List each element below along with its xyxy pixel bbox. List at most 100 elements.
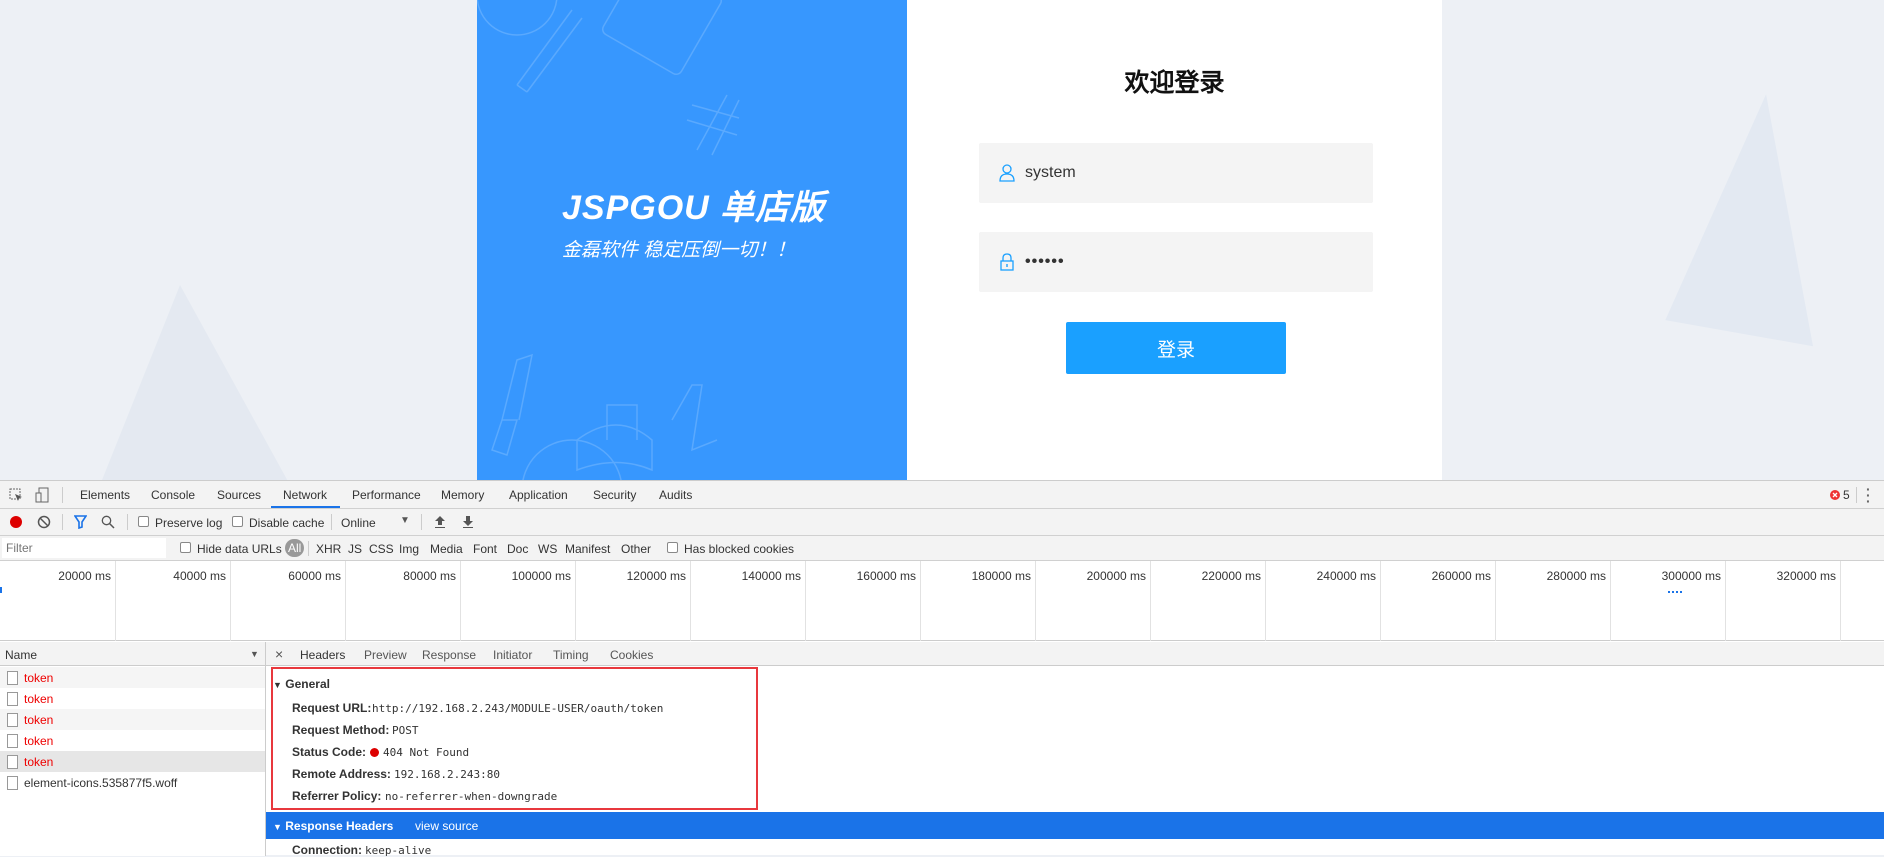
detail-tab-response[interactable]: Response (422, 648, 476, 662)
tab-sources[interactable]: Sources (217, 488, 261, 502)
tab-performance[interactable]: Performance (352, 488, 421, 502)
general-field-label: Status Code: (292, 745, 367, 759)
tab-security[interactable]: Security (593, 488, 636, 502)
response-headers-title: Response Headers (285, 819, 394, 833)
file-icon (7, 692, 18, 706)
timeline-tick-label: 240000 ms (1316, 569, 1376, 583)
tab-console[interactable]: Console (151, 488, 195, 502)
request-row[interactable]: token (0, 688, 265, 709)
disable-cache-checkbox[interactable] (232, 516, 243, 527)
has-blocked-cookies-checkbox[interactable] (667, 542, 678, 553)
timeline-tick-label: 140000 ms (741, 569, 801, 583)
brand-slogan: 金磊软件 稳定压倒一切！！ (562, 240, 796, 261)
export-har-icon[interactable] (462, 515, 474, 529)
filter-icon[interactable] (74, 515, 87, 529)
file-icon (7, 734, 18, 748)
timeline-gridline (575, 561, 576, 641)
filter-input[interactable] (2, 538, 166, 558)
hide-data-urls-checkbox[interactable] (180, 542, 191, 553)
password-input[interactable]: •••••• (979, 232, 1373, 292)
more-options-icon[interactable]: · · · (1866, 482, 1871, 508)
view-source-link[interactable]: view source (415, 819, 478, 833)
type-filter-other[interactable]: Other (621, 542, 651, 556)
timeline-request-marker (0, 587, 2, 593)
dropdown-arrow-icon[interactable]: ▼ (400, 515, 410, 526)
file-icon (7, 755, 18, 769)
disable-cache-label: Disable cache (249, 516, 325, 530)
username-input[interactable]: system (979, 143, 1373, 203)
request-name: token (24, 671, 54, 685)
preserve-log-checkbox[interactable] (138, 516, 149, 527)
login-title: 欢迎登录 (1124, 69, 1225, 97)
preserve-log-label: Preserve log (155, 516, 223, 530)
request-list: Name ▼ token token token token token element-… (0, 642, 266, 856)
tab-elements[interactable]: Elements (80, 488, 130, 502)
request-row[interactable]: token (0, 709, 265, 730)
type-filter-xhr[interactable]: XHR (316, 542, 341, 556)
type-filter-css[interactable]: CSS (369, 542, 394, 556)
detail-tab-headers[interactable]: Headers (300, 648, 345, 662)
clear-icon[interactable] (37, 515, 51, 529)
device-toolbar-icon[interactable] (35, 487, 49, 503)
timeline-tick-label: 300000 ms (1661, 569, 1721, 583)
general-title: General (285, 677, 330, 691)
network-overview-timeline[interactable]: 20000 ms 40000 ms 60000 ms 80000 ms 100000 m… (0, 561, 1884, 641)
detail-tab-initiator[interactable]: Initiator (493, 648, 532, 662)
timeline-tick-label: 120000 ms (626, 569, 686, 583)
request-name: token (24, 755, 54, 769)
request-row[interactable]: element-icons.535877f5.woff (0, 772, 265, 793)
general-field-value: POST (392, 724, 419, 737)
general-field-value: http://192.168.2.243/MODULE-USER/oauth/t… (372, 702, 664, 715)
hide-data-urls-label: Hide data URLs (197, 542, 282, 556)
name-column-header[interactable]: Name ▼ (0, 642, 265, 666)
timeline-gridline (230, 561, 231, 641)
import-har-icon[interactable] (434, 515, 446, 529)
request-name: token (24, 692, 54, 706)
network-toolbar: Preserve log Disable cache Online ▼ (0, 509, 1884, 536)
tab-application[interactable]: Application (509, 488, 568, 502)
timeline-gridline (1035, 561, 1036, 641)
type-filter-media[interactable]: Media (430, 542, 463, 556)
login-button[interactable]: 登录 (1066, 322, 1286, 374)
tab-audits[interactable]: Audits (659, 488, 692, 502)
expand-triangle-icon: ▼ (273, 680, 282, 690)
type-filter-font[interactable]: Font (473, 542, 497, 556)
error-count[interactable]: 5 (1843, 488, 1850, 502)
timeline-gridline (345, 561, 346, 641)
request-row[interactable]: token (0, 730, 265, 751)
general-field-label: Referrer Policy: (292, 789, 382, 803)
timeline-tick-label: 100000 ms (511, 569, 571, 583)
search-icon[interactable] (101, 515, 115, 529)
timeline-gridline (115, 561, 116, 641)
general-field-label: Request Method: (292, 723, 390, 737)
detail-tab-cookies[interactable]: Cookies (610, 648, 653, 662)
status-error-icon (370, 748, 379, 757)
type-filter-js[interactable]: JS (348, 542, 362, 556)
timeline-gridline (1380, 561, 1381, 641)
type-filter-manifest[interactable]: Manifest (565, 542, 610, 556)
timeline-tick-label: 200000 ms (1086, 569, 1146, 583)
type-filter-all[interactable]: All (285, 539, 305, 557)
type-filter-doc[interactable]: Doc (507, 542, 528, 556)
inspect-element-icon[interactable] (9, 488, 23, 502)
timeline-gridline (1265, 561, 1266, 641)
timeline-tick-label: 320000 ms (1776, 569, 1836, 583)
request-row[interactable]: token (0, 751, 265, 772)
detail-tab-preview[interactable]: Preview (364, 648, 407, 662)
request-row[interactable]: token (0, 667, 265, 688)
type-filter-ws[interactable]: WS (538, 542, 557, 556)
detail-tab-timing[interactable]: Timing (553, 648, 589, 662)
timeline-tick-label: 260000 ms (1431, 569, 1491, 583)
close-icon[interactable]: × (275, 646, 283, 662)
throttling-select[interactable]: Online (341, 516, 376, 530)
general-section-toggle[interactable]: ▼ General (273, 677, 330, 691)
type-filter-img[interactable]: Img (399, 542, 419, 556)
response-headers-section[interactable]: ▼ Response Headers view source (266, 812, 1884, 839)
has-blocked-cookies-label: Has blocked cookies (684, 542, 795, 556)
timeline-request-marker (1668, 591, 1682, 593)
tab-network[interactable]: Network (283, 488, 327, 502)
general-field-value: 404 Not Found (383, 746, 470, 759)
tab-memory[interactable]: Memory (441, 488, 484, 502)
request-name: token (24, 734, 54, 748)
record-icon[interactable] (10, 516, 22, 528)
